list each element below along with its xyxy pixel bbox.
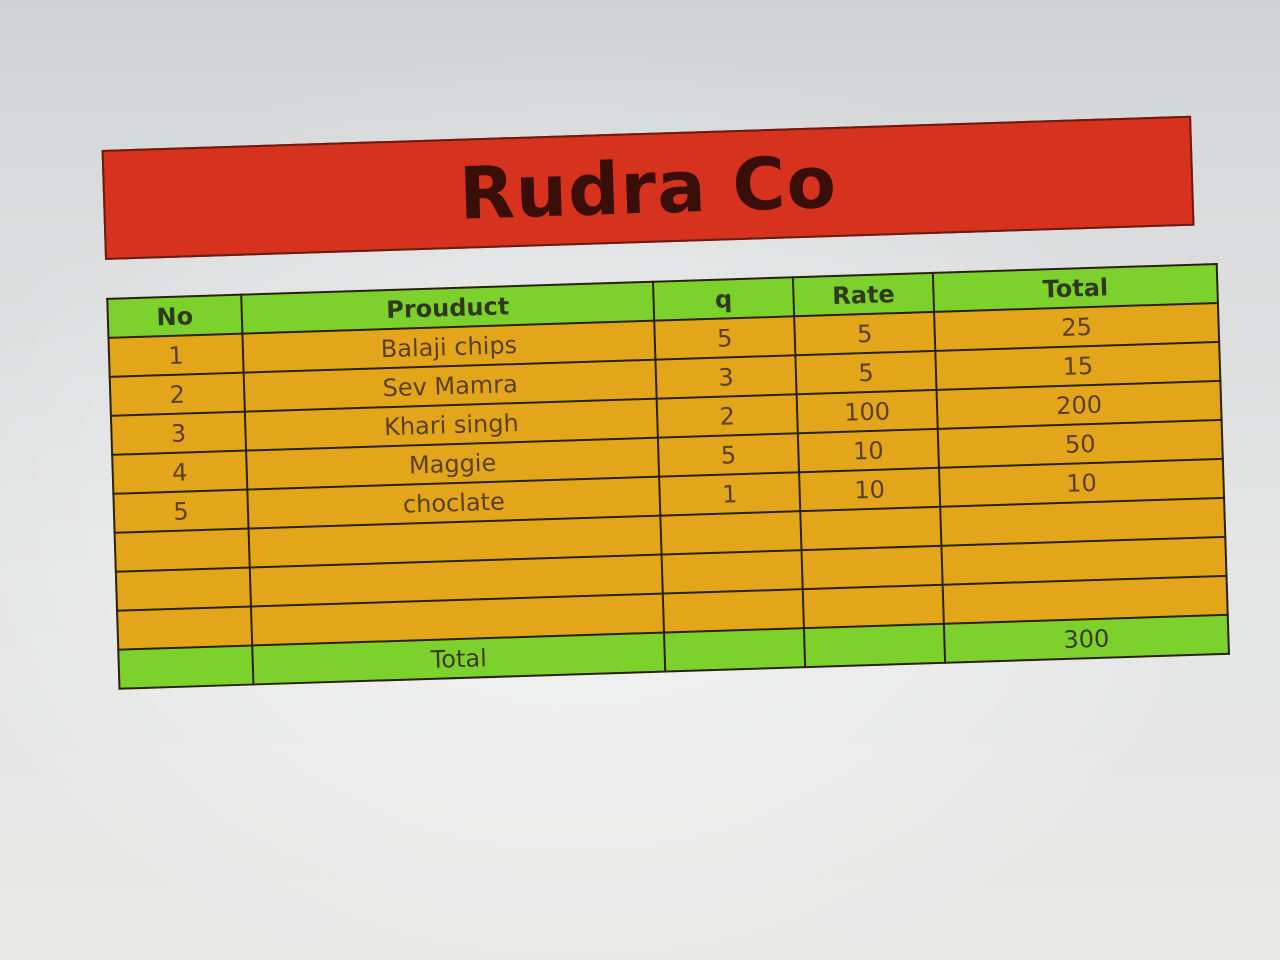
cell-q[interactable]: 5 [657, 433, 800, 477]
empty-cell[interactable] [800, 506, 942, 551]
title-banner: Rudra Co [101, 115, 1195, 260]
spreadsheet: Rudra Co No Prouduct q Rate Total 1 Bala… [100, 65, 1230, 690]
header-no[interactable]: No [107, 294, 243, 338]
cell-q[interactable]: 3 [655, 355, 797, 399]
cell-rate[interactable]: 5 [794, 311, 936, 356]
header-rate[interactable]: Rate [792, 272, 935, 317]
empty-cell[interactable] [801, 545, 943, 590]
cell-rate[interactable]: 10 [797, 428, 939, 473]
cell-rate[interactable]: 5 [795, 350, 937, 395]
product-table: No Prouduct q Rate Total 1 Balaji chips … [106, 263, 1230, 690]
cell-no[interactable]: 5 [113, 489, 249, 533]
empty-cell[interactable] [114, 528, 250, 572]
cell-no[interactable]: 3 [110, 411, 247, 455]
footer-empty-cell[interactable] [803, 623, 946, 668]
company-title: Rudra Co [457, 139, 839, 236]
cell-no[interactable]: 1 [108, 333, 244, 377]
footer-grand-total[interactable]: 300 [943, 614, 1229, 663]
empty-cell[interactable] [117, 606, 253, 650]
cell-rate[interactable]: 10 [799, 467, 941, 512]
empty-cell[interactable] [660, 511, 802, 555]
empty-cell[interactable] [662, 589, 804, 633]
empty-cell[interactable] [115, 567, 251, 611]
monitor-screen: Rudra Co No Prouduct q Rate Total 1 Bala… [0, 0, 1280, 960]
cell-q[interactable]: 2 [656, 394, 798, 438]
cell-no[interactable]: 2 [109, 372, 245, 416]
cell-q[interactable]: 5 [654, 316, 796, 360]
empty-cell[interactable] [802, 584, 944, 629]
cell-q[interactable]: 1 [659, 472, 801, 516]
footer-empty-cell[interactable] [664, 628, 806, 672]
empty-cell[interactable] [661, 550, 803, 594]
cell-rate[interactable]: 100 [796, 389, 938, 434]
header-q[interactable]: q [652, 277, 795, 321]
cell-no[interactable]: 4 [112, 450, 248, 494]
footer-empty-cell[interactable] [118, 645, 254, 689]
